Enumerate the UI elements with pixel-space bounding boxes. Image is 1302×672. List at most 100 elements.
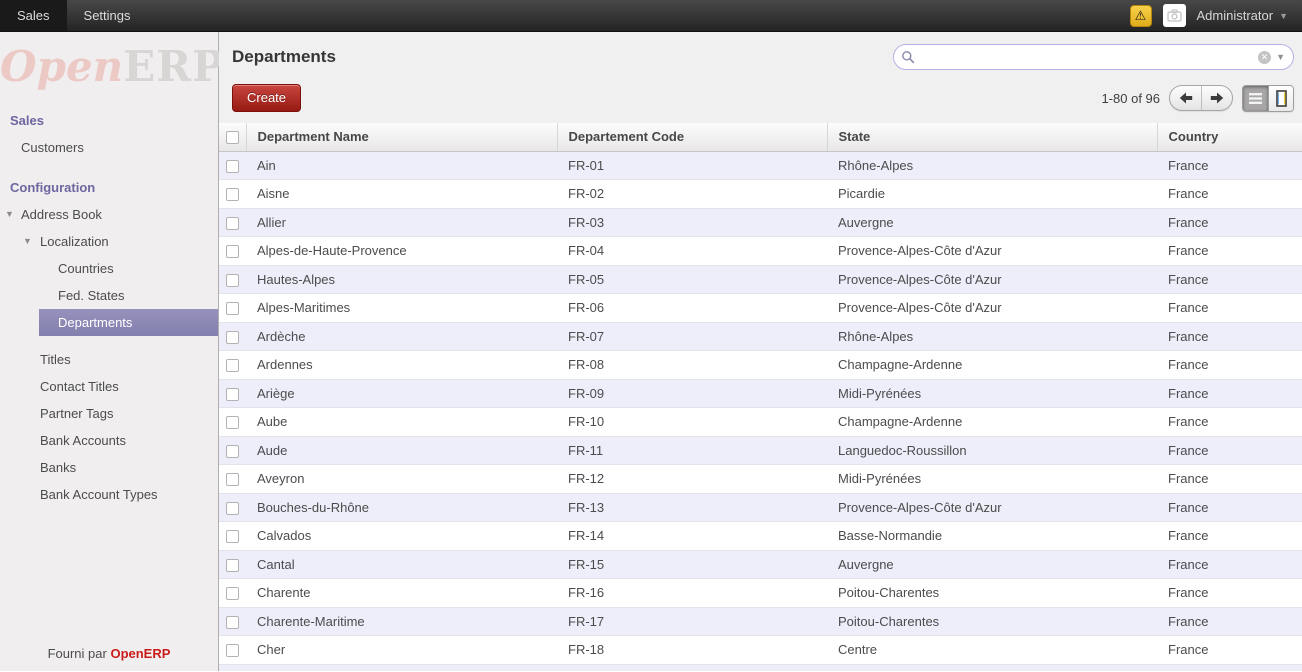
cell-state: Provence-Alpes-Côte d'Azur xyxy=(827,237,1157,266)
pager: 1-80 of 96 xyxy=(1101,85,1294,112)
table-row[interactable]: Allier FR-03 Auvergne France xyxy=(219,208,1302,237)
topbar: Sales Settings ⚠ Administrator ▼ xyxy=(0,0,1302,32)
row-checkbox[interactable] xyxy=(226,445,239,458)
table-row[interactable]: Bouches-du-Rhône FR-13 Provence-Alpes-Cô… xyxy=(219,493,1302,522)
table-row[interactable]: Calvados FR-14 Basse-Normandie France xyxy=(219,522,1302,551)
cell-country: France xyxy=(1157,522,1302,551)
sidebar-item[interactable]: ▼ Banks xyxy=(0,454,218,481)
table-row[interactable]: Ain FR-01 Rhône-Alpes France xyxy=(219,151,1302,180)
arrow-right-icon xyxy=(1210,92,1224,104)
table-row[interactable]: Ariège FR-09 Midi-Pyrénées France xyxy=(219,379,1302,408)
row-checkbox[interactable] xyxy=(226,587,239,600)
table-row[interactable]: Aube FR-10 Champagne-Ardenne France xyxy=(219,408,1302,437)
column-header-departement-code[interactable]: Departement Code xyxy=(557,123,827,151)
table-row[interactable]: Charente-Maritime FR-17 Poitou-Charentes… xyxy=(219,607,1302,636)
search-input[interactable] xyxy=(920,47,1253,67)
layout: OpenERP ▼ Sales ▼ Customers ▼ Configurat… xyxy=(0,32,1302,671)
topbar-menu-item[interactable]: Settings xyxy=(67,0,148,31)
sidebar-item-label: Contact Titles xyxy=(40,379,119,394)
table-row[interactable]: Aveyron FR-12 Midi-Pyrénées France xyxy=(219,465,1302,494)
row-checkbox-cell xyxy=(219,237,246,266)
sidebar-item[interactable]: ▼ Titles xyxy=(0,346,218,373)
cell-departement-code: FR-06 xyxy=(557,294,827,323)
sidebar-item[interactable]: ▼ Customers xyxy=(0,134,218,161)
row-checkbox-cell xyxy=(219,351,246,380)
row-checkbox[interactable] xyxy=(226,644,239,657)
row-checkbox[interactable] xyxy=(226,274,239,287)
topbar-right: ⚠ Administrator ▼ xyxy=(1130,0,1302,31)
form-view-icon xyxy=(1275,90,1288,107)
table-row[interactable]: Ardèche FR-07 Rhône-Alpes France xyxy=(219,322,1302,351)
previous-page-button[interactable] xyxy=(1170,86,1201,110)
cell-country: France xyxy=(1157,237,1302,266)
openerp-link[interactable]: OpenERP xyxy=(110,646,170,661)
cell-country: France xyxy=(1157,465,1302,494)
row-checkbox[interactable] xyxy=(226,616,239,629)
list-view-button[interactable] xyxy=(1243,86,1268,111)
cell-department-name: Ain xyxy=(246,151,557,180)
cell-department-name: Aude xyxy=(246,436,557,465)
row-checkbox[interactable] xyxy=(226,188,239,201)
sidebar-item[interactable]: ▼ Contact Titles xyxy=(0,373,218,400)
topbar-menu-item[interactable]: Sales xyxy=(0,0,67,31)
row-checkbox[interactable] xyxy=(226,473,239,486)
table-row[interactable]: Ardennes FR-08 Champagne-Ardenne France xyxy=(219,351,1302,380)
row-checkbox[interactable] xyxy=(226,217,239,230)
cell-country: France xyxy=(1157,607,1302,636)
table-row[interactable]: Hautes-Alpes FR-05 Provence-Alpes-Côte d… xyxy=(219,265,1302,294)
cell-department-name: Charente xyxy=(246,579,557,608)
row-checkbox[interactable] xyxy=(226,559,239,572)
column-header-state[interactable]: State xyxy=(827,123,1157,151)
cell-departement-code: FR-05 xyxy=(557,265,827,294)
clear-search-icon[interactable]: ✕ xyxy=(1258,51,1271,64)
cell-state: Languedoc-Roussillon xyxy=(827,436,1157,465)
sidebar-item-label: Configuration xyxy=(10,180,95,195)
sidebar-item-label: Partner Tags xyxy=(40,406,113,421)
warning-button[interactable]: ⚠ xyxy=(1130,5,1152,27)
cell-departement-code: FR-14 xyxy=(557,522,827,551)
row-checkbox[interactable] xyxy=(226,245,239,258)
row-checkbox[interactable] xyxy=(226,388,239,401)
cell-country: France xyxy=(1157,579,1302,608)
search-dropdown-icon[interactable]: ▼ xyxy=(1276,52,1285,62)
next-page-button[interactable] xyxy=(1201,86,1232,110)
sidebar-item-label: Fed. States xyxy=(58,288,124,303)
cell-departement-code: FR-11 xyxy=(557,436,827,465)
row-checkbox[interactable] xyxy=(226,502,239,515)
row-checkbox[interactable] xyxy=(226,160,239,173)
column-header-department-name[interactable]: Department Name xyxy=(246,123,557,151)
cell-country: France xyxy=(1157,351,1302,380)
row-checkbox-cell xyxy=(219,465,246,494)
table-row[interactable]: Aude FR-11 Languedoc-Roussillon France xyxy=(219,436,1302,465)
row-checkbox[interactable] xyxy=(226,530,239,543)
sidebar-item[interactable]: ▼ Countries xyxy=(0,255,218,282)
cell-state: Centre xyxy=(827,636,1157,665)
user-menu[interactable]: Administrator ▼ xyxy=(1197,8,1289,23)
row-checkbox[interactable] xyxy=(226,359,239,372)
table-row[interactable]: Alpes-Maritimes FR-06 Provence-Alpes-Côt… xyxy=(219,294,1302,323)
row-checkbox[interactable] xyxy=(226,302,239,315)
column-header-country[interactable]: Country xyxy=(1157,123,1302,151)
create-button[interactable]: Create xyxy=(232,84,301,112)
select-all-checkbox[interactable] xyxy=(226,131,239,144)
table-row[interactable]: Cher FR-18 Centre France xyxy=(219,636,1302,665)
cell-country: France xyxy=(1157,180,1302,209)
sidebar-item[interactable]: ▼ Partner Tags xyxy=(0,400,218,427)
table-row[interactable]: Cantal FR-15 Auvergne France xyxy=(219,550,1302,579)
sidebar-item[interactable]: ▼ Address Book xyxy=(0,201,218,228)
sidebar-item-label: Sales xyxy=(10,113,44,128)
row-checkbox[interactable] xyxy=(226,416,239,429)
row-checkbox[interactable] xyxy=(226,331,239,344)
table-row[interactable]: Alpes-de-Haute-Provence FR-04 Provence-A… xyxy=(219,237,1302,266)
sidebar-item[interactable]: ▼ Bank Accounts xyxy=(0,427,218,454)
sidebar-item[interactable]: ▼ Localization xyxy=(0,228,218,255)
avatar[interactable] xyxy=(1163,4,1186,27)
cell-country: France xyxy=(1157,550,1302,579)
sidebar-item-label: Bank Account Types xyxy=(40,487,158,502)
table-row[interactable]: Aisne FR-02 Picardie France xyxy=(219,180,1302,209)
sidebar-item[interactable]: ▼ Fed. States xyxy=(0,282,218,309)
form-view-button[interactable] xyxy=(1268,86,1293,111)
sidebar-item[interactable]: ▼ Departments xyxy=(39,309,218,336)
sidebar-item[interactable]: ▼ Bank Account Types xyxy=(0,481,218,508)
table-row[interactable]: Charente FR-16 Poitou-Charentes France xyxy=(219,579,1302,608)
